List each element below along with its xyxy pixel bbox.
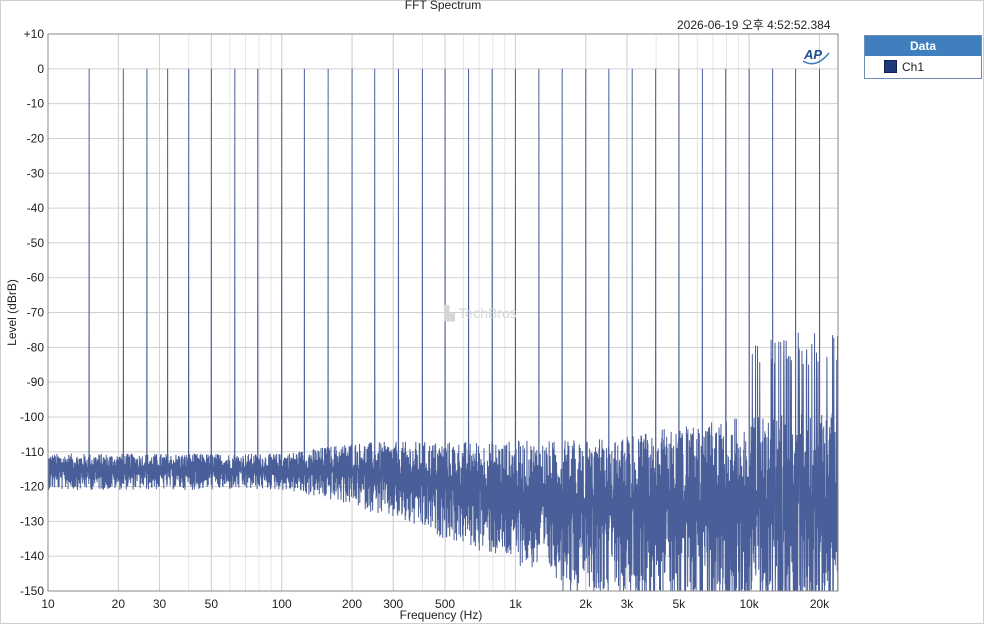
x-tick-label: 10 xyxy=(41,597,55,611)
watermark: ▙ TechBros xyxy=(444,305,517,322)
y-tick-label: -30 xyxy=(27,166,45,180)
y-tick-label: -70 xyxy=(27,306,45,320)
y-tick-label: -130 xyxy=(20,514,44,528)
y-tick-label: +10 xyxy=(24,27,45,41)
y-tick-label: 0 xyxy=(37,62,44,76)
x-tick-label: 20k xyxy=(810,597,830,611)
x-tick-label: 2k xyxy=(579,597,593,611)
watermark-text: TechBros xyxy=(458,305,517,321)
y-tick-label: -50 xyxy=(27,236,45,250)
y-axis-label: Level (dBrB) xyxy=(5,279,19,346)
x-tick-label: 200 xyxy=(342,597,362,611)
y-tick-label: -80 xyxy=(27,340,45,354)
legend: Data Ch1 xyxy=(864,35,982,79)
watermark-icon: ▙ xyxy=(444,305,459,321)
x-tick-label: 20 xyxy=(112,597,126,611)
legend-header: Data xyxy=(865,36,981,56)
x-tick-label: 100 xyxy=(272,597,292,611)
y-tick-label: -110 xyxy=(21,445,44,459)
x-tick-label: 50 xyxy=(205,597,219,611)
y-tick-label: -10 xyxy=(27,97,45,111)
y-tick-label: -60 xyxy=(27,271,45,285)
y-tick-label: -40 xyxy=(27,201,45,215)
x-tick-label: 1k xyxy=(509,597,523,611)
legend-item-ch1[interactable]: Ch1 xyxy=(865,56,981,77)
x-tick-label: 30 xyxy=(153,597,167,611)
ap-logo-icon: AP xyxy=(802,47,830,65)
y-tick-label: -90 xyxy=(27,375,45,389)
x-axis-label: Frequency (Hz) xyxy=(400,608,483,622)
y-tick-label: -100 xyxy=(20,410,44,424)
x-tick-label: 5k xyxy=(672,597,686,611)
ap-logo-text: AP xyxy=(803,47,822,62)
x-tick-label: 10k xyxy=(739,597,759,611)
y-tick-label: -150 xyxy=(20,584,44,598)
y-tick-label: -140 xyxy=(20,549,44,563)
x-tick-label: 3k xyxy=(621,597,635,611)
legend-item-label: Ch1 xyxy=(902,59,925,74)
y-tick-label: -20 xyxy=(27,131,45,145)
y-tick-label: -120 xyxy=(20,480,44,494)
legend-swatch xyxy=(884,60,897,73)
